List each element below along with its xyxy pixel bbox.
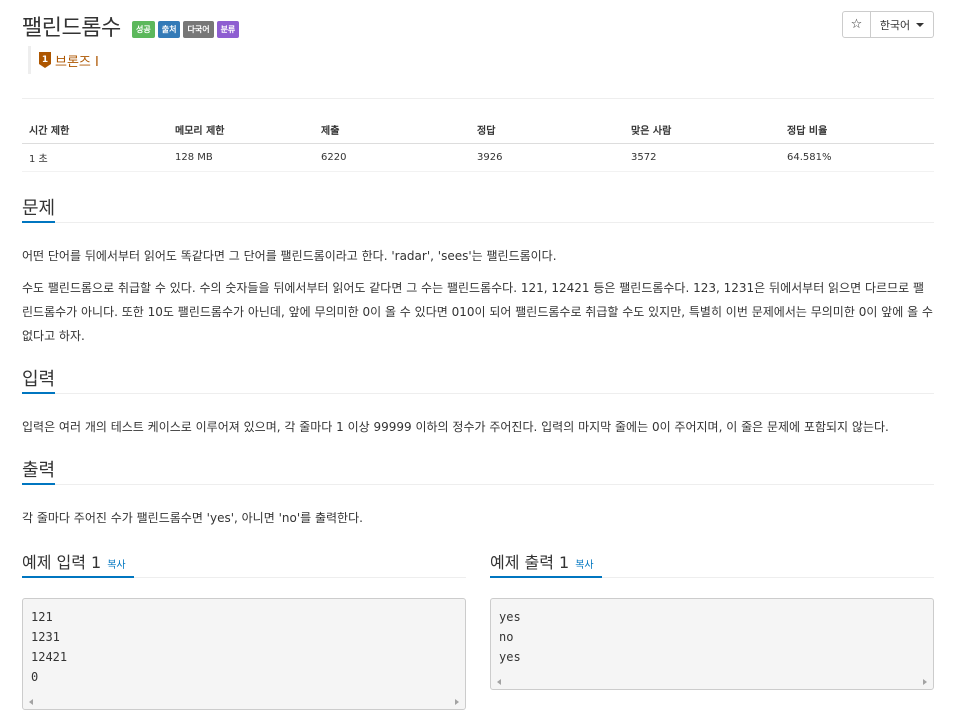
problem-description-p1: 어떤 단어를 뒤에서부터 읽어도 똑같다면 그 단어를 팰린드롬이라고 한다. … <box>22 249 557 263</box>
badge-success[interactable]: 성공 <box>132 21 155 38</box>
header-button-group: ☆ 한국어 <box>842 11 934 38</box>
example-output-heading: 예제 출력 1 복사 <box>490 549 594 573</box>
badge-category[interactable]: 분류 <box>216 21 240 38</box>
section-divider <box>22 393 934 394</box>
divider <box>22 98 934 99</box>
badge-multilang[interactable]: 다국어 <box>183 21 214 38</box>
memory-limit-value: 128 MB <box>168 143 314 172</box>
input-section-title: 입력 <box>22 369 56 390</box>
copy-output-link[interactable]: 복사 <box>575 556 593 571</box>
section-underline <box>22 392 55 394</box>
example-output-line: yes <box>499 650 521 664</box>
example-output-title: 예제 출력 1 <box>490 553 570 572</box>
header-solvers: 맞은 사람 <box>624 116 780 144</box>
example-input-line: 1231 <box>31 630 60 644</box>
problem-section-title: 문제 <box>22 198 56 219</box>
header-ratio: 정답 비율 <box>780 116 934 144</box>
language-dropdown[interactable]: 한국어 <box>871 11 934 38</box>
header-submissions: 제출 <box>314 116 470 144</box>
submissions-value: 6220 <box>314 143 470 172</box>
horizontal-scrollbar[interactable] <box>23 695 465 709</box>
favorite-button[interactable]: ☆ <box>842 11 871 38</box>
section-divider <box>22 222 934 223</box>
table-row: 1 초 128 MB 6220 3926 3572 64.581% <box>22 143 934 172</box>
scroll-left-icon[interactable] <box>497 679 501 685</box>
example-output-box[interactable]: yes no yes <box>490 598 934 690</box>
output-description: 각 줄마다 주어진 수가 팰린드롬수면 'yes', 아니면 'no'를 출력한… <box>22 511 363 525</box>
input-description: 입력은 여러 개의 테스트 케이스로 이루어져 있으며, 각 줄마다 1 이상 … <box>22 420 889 434</box>
header-time-limit: 시간 제한 <box>22 116 168 144</box>
example-input-box[interactable]: 121 1231 12421 0 <box>22 598 466 710</box>
language-label: 한국어 <box>879 18 911 32</box>
tier-text: 브론즈 I <box>55 54 99 70</box>
tier-label[interactable]: 1 브론즈 I <box>28 46 99 74</box>
example-output-line: no <box>499 630 514 644</box>
problem-header: 팰린드롬수 성공 출처 다국어 분류 ☆ 한국어 <box>22 8 934 44</box>
horizontal-scrollbar[interactable] <box>491 675 933 689</box>
scroll-right-icon[interactable] <box>455 699 459 705</box>
example-input-line: 12421 <box>31 650 68 664</box>
example-input-line: 0 <box>31 670 39 684</box>
problem-description-p2: 수도 팰린드롬으로 취급할 수 있다. 수의 숫자들을 뒤에서부터 읽어도 같다… <box>22 281 933 343</box>
tier-badge-icon: 1 <box>39 52 51 68</box>
example-input-line: 121 <box>31 610 53 624</box>
badge-source[interactable]: 출처 <box>157 21 181 38</box>
ratio-value: 64.581% <box>780 143 934 172</box>
section-underline <box>490 576 602 578</box>
output-section-title: 출력 <box>22 460 56 481</box>
copy-input-link[interactable]: 복사 <box>107 556 125 571</box>
section-underline <box>22 221 55 223</box>
problem-stats-table: 시간 제한 메모리 제한 제출 정답 맞은 사람 정답 비율 1 초 128 M… <box>22 116 934 172</box>
example-output-line: yes <box>499 610 521 624</box>
scroll-right-icon[interactable] <box>923 679 927 685</box>
section-underline <box>22 576 134 578</box>
badge-group: 성공 출처 다국어 분류 <box>132 21 240 38</box>
header-accepted: 정답 <box>470 116 624 144</box>
page-title: 팰린드롬수 <box>22 16 121 41</box>
example-input-heading: 예제 입력 1 복사 <box>22 549 126 573</box>
header-memory-limit: 메모리 제한 <box>168 116 314 144</box>
example-input-title: 예제 입력 1 <box>22 553 102 572</box>
solvers-value: 3572 <box>624 143 780 172</box>
accepted-value: 3926 <box>470 143 624 172</box>
table-header-row: 시간 제한 메모리 제한 제출 정답 맞은 사람 정답 비율 <box>22 116 934 144</box>
section-divider <box>22 484 934 485</box>
star-icon: ☆ <box>850 17 863 32</box>
caret-down-icon <box>916 22 925 27</box>
section-underline <box>22 483 55 485</box>
time-limit-value: 1 초 <box>22 143 168 172</box>
scroll-left-icon[interactable] <box>29 699 33 705</box>
